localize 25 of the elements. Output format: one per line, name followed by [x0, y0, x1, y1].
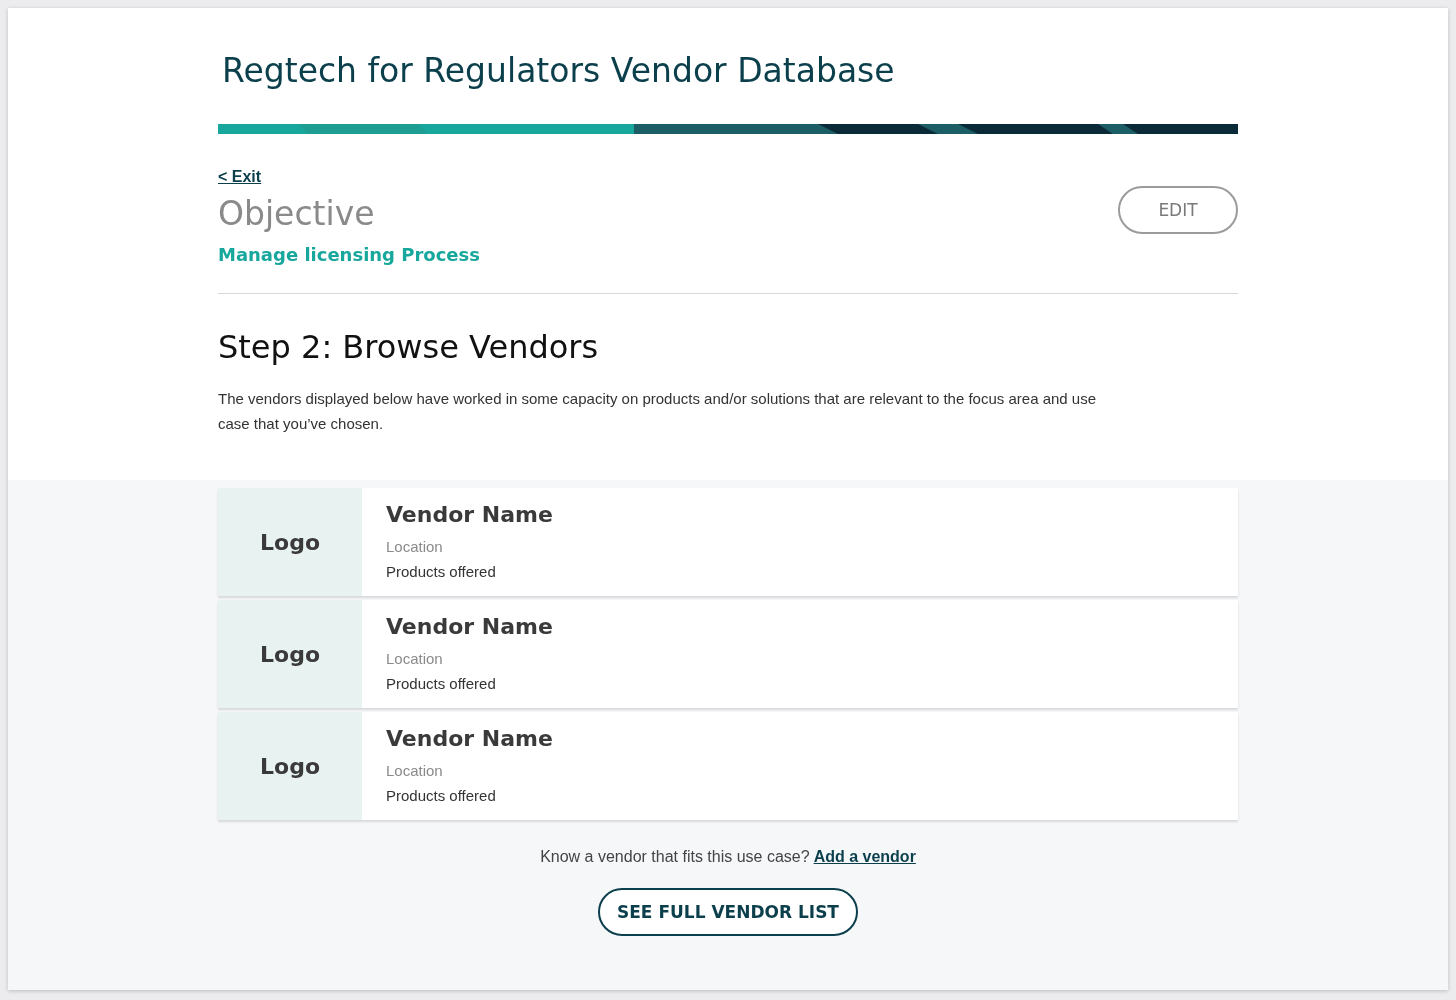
vendor-products: Products offered: [386, 786, 497, 806]
logo-placeholder: Logo: [218, 600, 362, 708]
objective-value: Manage licensing Process: [218, 244, 481, 265]
logo-placeholder: Logo: [218, 488, 362, 596]
edit-button[interactable]: EDIT: [1118, 186, 1238, 234]
vendor-card[interactable]: Logo Vendor Name Location Products offered: [218, 712, 1238, 820]
page-title: Regtech for Regulators Vendor Database: [222, 50, 896, 92]
vendor-products: Products offered: [386, 674, 497, 694]
step-heading: Step 2: Browse Vendors: [218, 328, 600, 366]
objective-heading: Objective: [218, 193, 375, 235]
step-description: The vendors displayed below have worked in some capacity on products and/or solutions that are relevant to the focus area and use case that you’ve chosen.: [218, 389, 1098, 434]
full-vendor-list-button[interactable]: SEE FULL VENDOR LIST: [598, 888, 858, 936]
vendor-card[interactable]: Logo Vendor Name Location Products offered: [218, 600, 1238, 708]
logo-placeholder: Logo: [218, 712, 362, 820]
vendor-name: Vendor Name: [386, 613, 553, 641]
vendor-location: Location: [386, 537, 444, 557]
vendor-products: Products offered: [386, 562, 497, 582]
add-vendor-prompt: Know a vendor that fits this use case?: [540, 848, 810, 866]
vendor-card[interactable]: Logo Vendor Name Location Products offered: [218, 488, 1238, 596]
vendor-name: Vendor Name: [386, 501, 553, 529]
exit-link[interactable]: < Exit: [218, 168, 262, 186]
vendor-location: Location: [386, 761, 444, 781]
vendor-location: Location: [386, 649, 444, 669]
add-vendor-link[interactable]: Add a vendor: [813, 848, 916, 866]
vendor-name: Vendor Name: [386, 725, 553, 753]
